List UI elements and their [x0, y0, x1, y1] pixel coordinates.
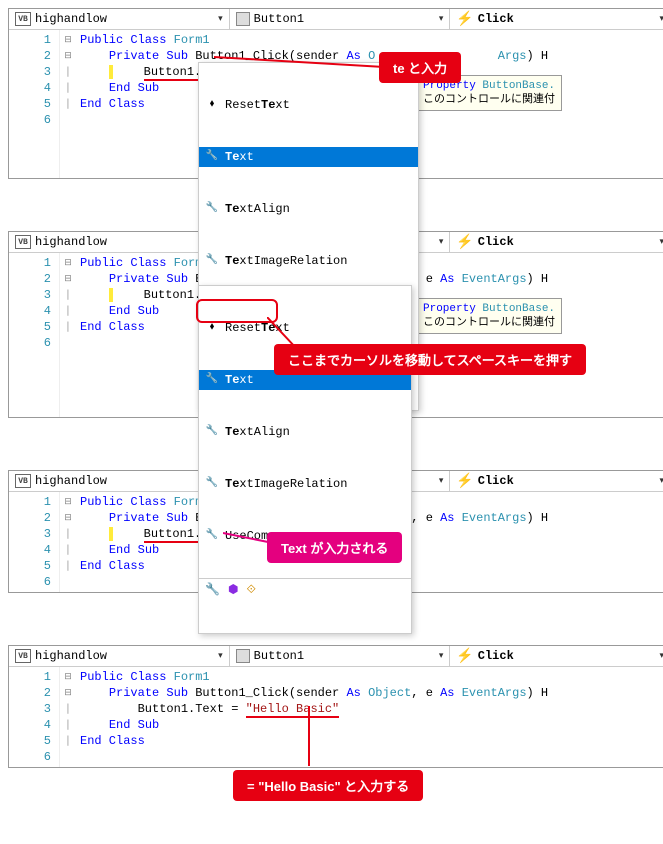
- wrench-icon: 🔧: [205, 254, 219, 268]
- panel-1: VB highandlow ▾ Button1 ▾ ⚡ Click ▾ 123456 ⊟⊟…: [8, 8, 663, 179]
- wrench-icon: 🔧: [205, 425, 219, 439]
- change-marker: [109, 527, 113, 541]
- vb-icon: VB: [15, 474, 31, 488]
- intellisense-popup[interactable]: ⬧ResetText 🔧Text 🔧TextAlign 🔧TextImageRe…: [198, 285, 412, 634]
- nav-file-label: highandlow: [35, 12, 107, 26]
- vb-icon: VB: [15, 649, 31, 663]
- chevron-down-icon: ▾: [218, 651, 223, 661]
- panel-4: VBhighandlow▾ Button1▾ ⚡Click▾ 123456 ⊟⊟…: [8, 645, 663, 768]
- nav-event[interactable]: ⚡ Click ▾: [450, 9, 663, 29]
- vb-icon: VB: [15, 235, 31, 249]
- intelli-tooltip: Property ButtonBase.このコントロールに関連付: [416, 298, 562, 334]
- wrench-icon: 🔧: [205, 582, 220, 598]
- code-editor[interactable]: 123456 ⊟⊟│││ Public Class Form1 Private …: [9, 30, 663, 178]
- nav-bar: VB highandlow ▾ Button1 ▾ ⚡ Click ▾: [9, 9, 663, 30]
- chevron-down-icon: ▾: [659, 651, 663, 661]
- nav-file[interactable]: VBhighandlow▾: [9, 471, 230, 491]
- bolt-icon: ⚡: [456, 11, 473, 28]
- nav-object-label: Button1: [254, 12, 304, 26]
- chevron-down-icon: ▾: [218, 14, 223, 24]
- chevron-down-icon: ▾: [439, 237, 444, 247]
- fold-column[interactable]: ⊟⊟│││: [60, 492, 76, 592]
- callout-cursor-move: ここまでカーソルを移動してスペースキーを押す: [274, 344, 586, 375]
- method-icon: ⬧: [205, 321, 219, 335]
- wrench-icon: 🔧: [205, 202, 219, 216]
- fold-column[interactable]: ⊟⊟│││: [60, 253, 76, 417]
- button-icon: [236, 649, 250, 663]
- nav-bar: VBhighandlow▾ Button1▾ ⚡Click▾: [9, 646, 663, 667]
- code-text[interactable]: Public Class Form1 Private Sub Button1_C…: [76, 667, 663, 767]
- cube-icon: ⬢: [228, 582, 238, 598]
- code-text[interactable]: Public Class Form1 Private Sub Button1_C…: [76, 30, 663, 178]
- nav-file[interactable]: VB highandlow ▾: [9, 9, 230, 29]
- button-icon: [236, 12, 250, 26]
- nav-file[interactable]: VBhighandlow▾: [9, 232, 230, 252]
- tag-icon: ⟐: [246, 582, 255, 598]
- intelli-item[interactable]: 🔧TextImageRelation: [199, 474, 411, 494]
- nav-event[interactable]: ⚡Click▾: [450, 646, 663, 666]
- intelli-item[interactable]: 🔧TextAlign: [199, 199, 418, 219]
- wrench-icon: 🔧: [205, 373, 219, 387]
- bolt-icon: ⚡: [456, 234, 473, 251]
- code-editor[interactable]: 123456 ⊟⊟│││ Public Class Form1 Private …: [9, 667, 663, 767]
- nav-event[interactable]: ⚡Click▾: [450, 471, 663, 491]
- intelli-item[interactable]: ⬧ResetText: [199, 95, 418, 115]
- line-gutter: 123456: [9, 667, 60, 767]
- callout-hello-basic: = "Hello Basic" と入力する: [233, 770, 423, 801]
- nav-file[interactable]: VBhighandlow▾: [9, 646, 230, 666]
- nav-object[interactable]: Button1 ▾: [230, 9, 451, 29]
- wrench-icon: 🔧: [205, 477, 219, 491]
- intelli-item[interactable]: 🔧TextAlign: [199, 422, 411, 442]
- bolt-icon: ⚡: [456, 648, 473, 665]
- wrench-icon: 🔧: [205, 150, 219, 164]
- change-marker: [109, 65, 113, 79]
- nav-event[interactable]: ⚡Click▾: [450, 232, 663, 252]
- intelli-tabs[interactable]: 🔧 ⬢ ⟐: [199, 578, 411, 601]
- chevron-down-icon: ▾: [659, 476, 663, 486]
- method-icon: ⬧: [205, 98, 219, 112]
- line-gutter: 123456: [9, 253, 60, 417]
- intelli-item[interactable]: ⬧ResetText: [199, 318, 411, 338]
- chevron-down-icon: ▾: [439, 651, 444, 661]
- intelli-item-selected[interactable]: 🔧Text: [199, 147, 418, 167]
- nav-object[interactable]: Button1▾: [230, 646, 451, 666]
- chevron-down-icon: ▾: [439, 476, 444, 486]
- change-marker: [109, 288, 113, 302]
- chevron-down-icon: ▾: [659, 14, 663, 24]
- line-gutter: 123456: [9, 492, 60, 592]
- chevron-down-icon: ▾: [659, 237, 663, 247]
- callout-text-entered: Text が入力される: [267, 532, 402, 563]
- line-gutter: 123456: [9, 30, 60, 178]
- vb-icon: VB: [15, 12, 31, 26]
- nav-event-label: Click: [478, 12, 514, 26]
- bolt-icon: ⚡: [456, 473, 473, 490]
- fold-column[interactable]: ⊟⊟│││: [60, 667, 76, 767]
- callout-te-input: te と入力: [379, 52, 461, 83]
- wrench-icon: 🔧: [205, 529, 219, 543]
- chevron-down-icon: ▾: [439, 14, 444, 24]
- intelli-item[interactable]: 🔧TextImageRelation: [199, 251, 418, 271]
- fold-column[interactable]: ⊟⊟│││: [60, 30, 76, 178]
